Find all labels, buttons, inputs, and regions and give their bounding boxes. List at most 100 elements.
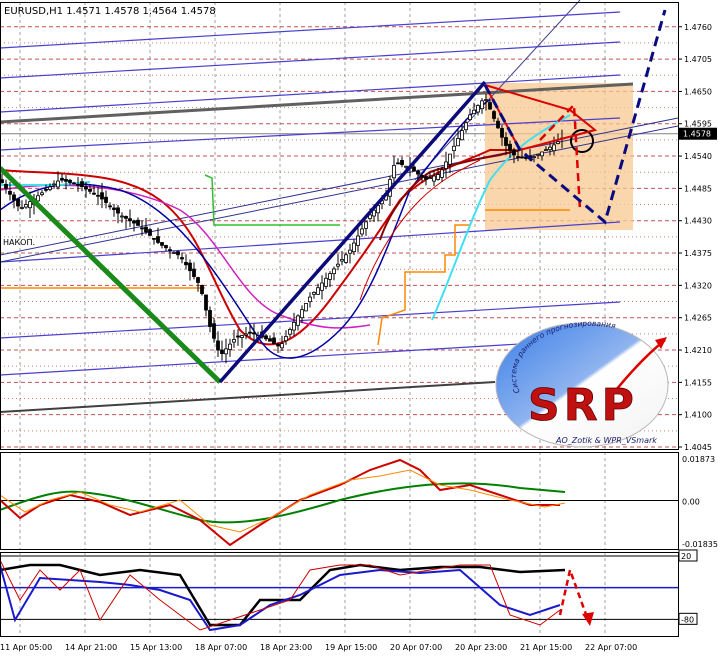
ma-thin-red (359, 159, 481, 301)
green-downtrend (0, 166, 222, 384)
candle-body (552, 144, 556, 152)
candle-body (320, 282, 324, 291)
candle-body (288, 329, 292, 335)
forecast-area (485, 83, 633, 230)
candle-body (404, 165, 408, 168)
osc1-tick-label: 0.00 (682, 498, 700, 507)
ma-magenta (0, 184, 371, 329)
candle-body (432, 175, 436, 182)
osc1-tick-label: 0.01873 (682, 455, 715, 464)
forecast-box (485, 83, 633, 230)
candle-body (340, 259, 344, 262)
candle-body (268, 338, 272, 342)
channel-line (0, 11, 621, 49)
candle-body (316, 287, 320, 295)
candle-body (512, 150, 516, 156)
candle-body (128, 218, 132, 222)
candle-body (116, 207, 120, 214)
candle-body (420, 175, 424, 178)
candle-body (364, 221, 368, 229)
candle-body (80, 181, 84, 188)
ma-navy (0, 99, 491, 359)
candle-body (428, 177, 432, 180)
candle-body (248, 331, 252, 334)
price-tick-label: 1.4265 (684, 314, 712, 323)
candle-body (540, 151, 544, 157)
candle-body (188, 262, 192, 272)
candle-body (392, 165, 396, 179)
candle-body (304, 302, 308, 312)
candle-body (244, 333, 248, 336)
candle-body (24, 204, 28, 208)
price-tick-label: 1.4595 (684, 120, 712, 129)
time-tick-label: 22 Apr 07:00 (585, 643, 637, 652)
candle-body (396, 162, 400, 165)
candle-body (200, 284, 204, 294)
candle-body (76, 183, 80, 186)
candle-body (468, 114, 472, 120)
price-tick-label: 1.4320 (684, 281, 712, 290)
candle-body (444, 161, 448, 169)
osc1-tick-label: -0.01835 (682, 540, 718, 549)
price-tick-label: 1.4540 (684, 152, 712, 161)
time-tick-label: 15 Apr 13:00 (130, 643, 182, 652)
candle-body (68, 179, 72, 183)
candle-body (208, 310, 212, 327)
price-tick-label: 1.4430 (684, 217, 712, 226)
candle-body (548, 146, 552, 151)
candle-body (100, 192, 104, 200)
channel-line (0, 41, 621, 79)
oscillators (0, 458, 678, 632)
time-tick-label: 20 Apr 23:00 (455, 643, 507, 652)
candle-body (360, 228, 364, 235)
candle-body (12, 194, 16, 201)
chart-title: EURUSD,H1 1.4571 1.4578 1.4564 1.4578 (4, 6, 216, 17)
candle-body (280, 343, 284, 349)
time-tick-label: 11 Apr 05:00 (0, 643, 52, 652)
candle-body (132, 220, 136, 224)
candle-body (220, 349, 224, 354)
candle-body (496, 120, 500, 129)
candle-body (224, 348, 228, 355)
price-tick-label: 1.4375 (684, 249, 712, 258)
candle-body (284, 336, 288, 342)
osc2-tick-label: -80 (681, 615, 694, 624)
candle-body (556, 141, 560, 144)
candle-body (344, 254, 348, 263)
candle-body (536, 153, 540, 156)
moving-averages (0, 99, 571, 359)
candle-body (480, 100, 484, 110)
candle-body (4, 183, 8, 189)
candle-body (48, 186, 52, 190)
candle-body (464, 122, 468, 131)
candle-body (108, 205, 112, 208)
candle-body (336, 263, 340, 267)
candle-body (476, 105, 480, 113)
candle-body (92, 192, 96, 195)
price-tick-label: 1.4155 (684, 378, 712, 387)
candle-body (184, 261, 188, 266)
price-tick-label: 1.4045 (684, 443, 712, 452)
candle-body (160, 242, 164, 246)
candle-body (508, 143, 512, 151)
logo-big-text: SRP (528, 380, 638, 431)
candle-body (236, 335, 240, 338)
srp-logo: Система раннего прогнозирования SRP AO_Z… (495, 319, 669, 448)
candle-body (36, 195, 40, 202)
candle-body (308, 296, 312, 303)
price-tick-label: 1.4705 (684, 55, 712, 64)
chart-window: 1.4760 1.4705 1.4650 1.4595 1.4540 1.4485 1.44… (0, 0, 718, 654)
candle-body (332, 268, 336, 275)
candle-body (84, 186, 88, 190)
chart-canvas: 1.4760 1.4705 1.4650 1.4595 1.4540 1.4485 1.44… (0, 0, 718, 652)
candle-body (232, 339, 236, 343)
candle-body (504, 137, 508, 146)
time-tick-label: 14 Apr 21:00 (65, 643, 117, 652)
price-tick-label: 1.4485 (684, 184, 712, 193)
candle-body (44, 188, 48, 191)
candle-body (520, 156, 524, 159)
candle-body (240, 335, 244, 338)
annotation-label: НАКОП. (3, 238, 35, 247)
candle-body (252, 332, 256, 335)
candle-body (204, 294, 208, 311)
